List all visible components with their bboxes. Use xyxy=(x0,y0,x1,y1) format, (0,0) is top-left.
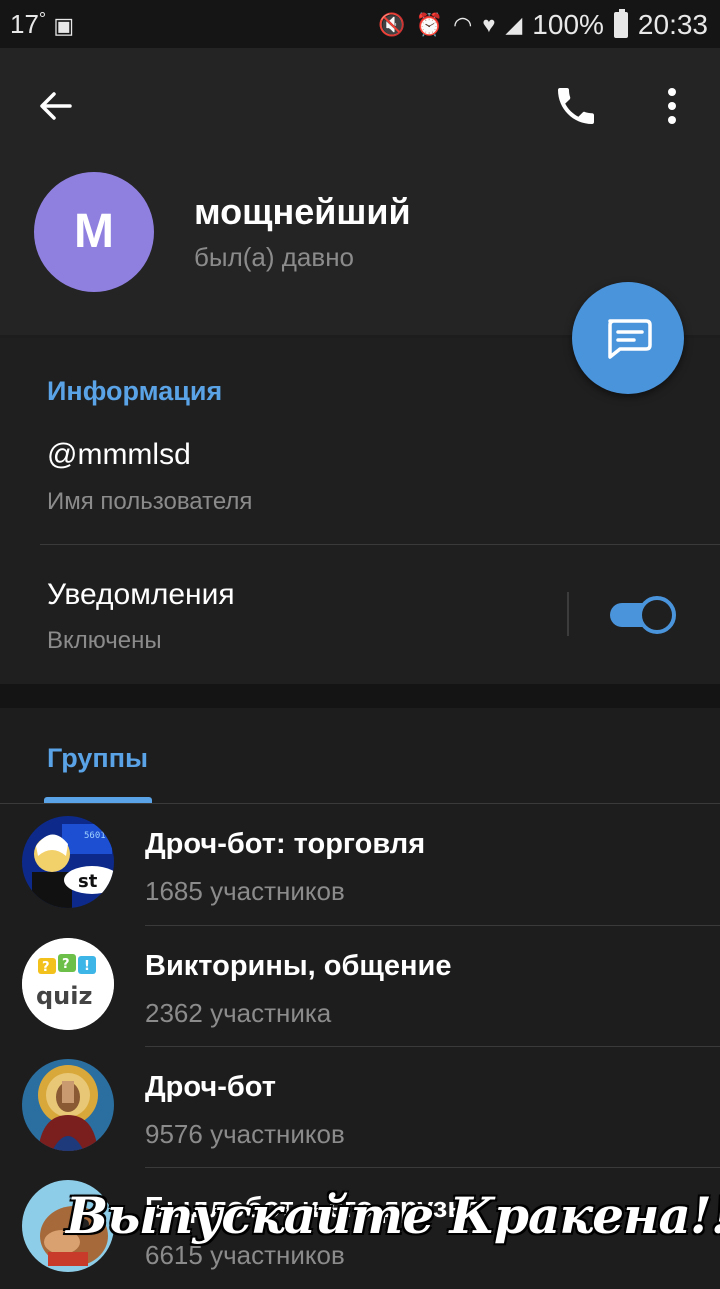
wifi-icon: ◠ xyxy=(453,12,473,37)
divider xyxy=(40,544,720,545)
svg-text:quiz: quiz xyxy=(36,982,92,1010)
icon-image xyxy=(22,1059,114,1151)
last-seen-status: был(а) давно xyxy=(194,242,355,272)
svg-text:!: ! xyxy=(84,959,90,974)
clock: 20:33 xyxy=(637,9,708,40)
more-options-button[interactable] xyxy=(652,82,692,130)
svg-text:st: st xyxy=(78,871,98,892)
groups-section-title: Группы xyxy=(47,743,149,773)
group-item[interactable]: Дроч-бот 9576 участников xyxy=(0,1047,720,1168)
app-notification-icon: ▣ xyxy=(53,13,75,38)
svg-text:5601: 5601 xyxy=(84,831,106,841)
group-title: Дроч-бот: торговля xyxy=(145,828,426,860)
signal-icon: ◢ xyxy=(505,12,523,37)
svg-text:?: ? xyxy=(62,957,70,972)
notifications-toggle[interactable] xyxy=(610,596,676,634)
group-members: 9576 участников xyxy=(145,1119,345,1149)
status-right: 🔇 ⏰ ◠ ♥ ◢ 100% 20:33 xyxy=(378,9,708,41)
section-gap xyxy=(0,684,720,708)
group-title: Викторины, общение xyxy=(145,950,452,982)
quiz-logo-icon: ? ? ! quiz xyxy=(22,938,114,1030)
avatar[interactable]: M xyxy=(34,172,154,292)
heart-icon: ♥ xyxy=(482,12,496,37)
overlay-caption: Выпускайте Кракена!!! xyxy=(66,1186,720,1245)
notifications-status: Включены xyxy=(47,627,162,654)
username-label: Имя пользователя xyxy=(47,488,253,515)
back-arrow-icon xyxy=(40,92,72,120)
alarm-icon: ⏰ xyxy=(415,12,444,37)
group-avatar: 5601 st xyxy=(22,816,114,908)
group-members: 2362 участника xyxy=(145,998,332,1028)
status-left: 17° ▣ xyxy=(10,9,74,40)
notifications-label: Уведомления xyxy=(47,578,235,611)
battery-icon xyxy=(613,9,628,38)
phone-icon xyxy=(558,88,594,124)
back-button[interactable] xyxy=(36,86,76,126)
temperature: 17 xyxy=(10,9,39,39)
mute-icon: 🔇 xyxy=(378,12,406,37)
temperature-unit: ° xyxy=(38,9,47,29)
call-button[interactable] xyxy=(552,82,600,130)
send-message-button[interactable] xyxy=(572,282,684,394)
group-item[interactable]: 5601 st Дроч-бот: торговля 1685 участник… xyxy=(0,804,720,925)
group-members: 1685 участников xyxy=(145,876,345,906)
message-icon xyxy=(608,319,652,359)
profile-name: мощнейший xyxy=(194,191,411,232)
more-vert-icon xyxy=(668,88,676,124)
group-avatar xyxy=(22,1059,114,1151)
info-section-title: Информация xyxy=(47,376,223,406)
battery-percent: 100% xyxy=(532,9,604,40)
svg-text:?: ? xyxy=(42,960,50,975)
group-avatar: ? ? ! quiz xyxy=(22,938,114,1030)
vertical-divider xyxy=(567,592,569,636)
status-bar: 17° ▣ 🔇 ⏰ ◠ ♥ ◢ 100% 20:33 xyxy=(0,0,720,48)
group-title: Дроч-бот xyxy=(145,1071,276,1103)
group-avatar-image: 5601 st xyxy=(22,816,114,908)
group-item[interactable]: ? ? ! quiz Викторины, общение 2362 участ… xyxy=(0,926,720,1047)
toggle-thumb xyxy=(638,596,676,634)
username-value: @mmmlsd xyxy=(47,438,191,471)
